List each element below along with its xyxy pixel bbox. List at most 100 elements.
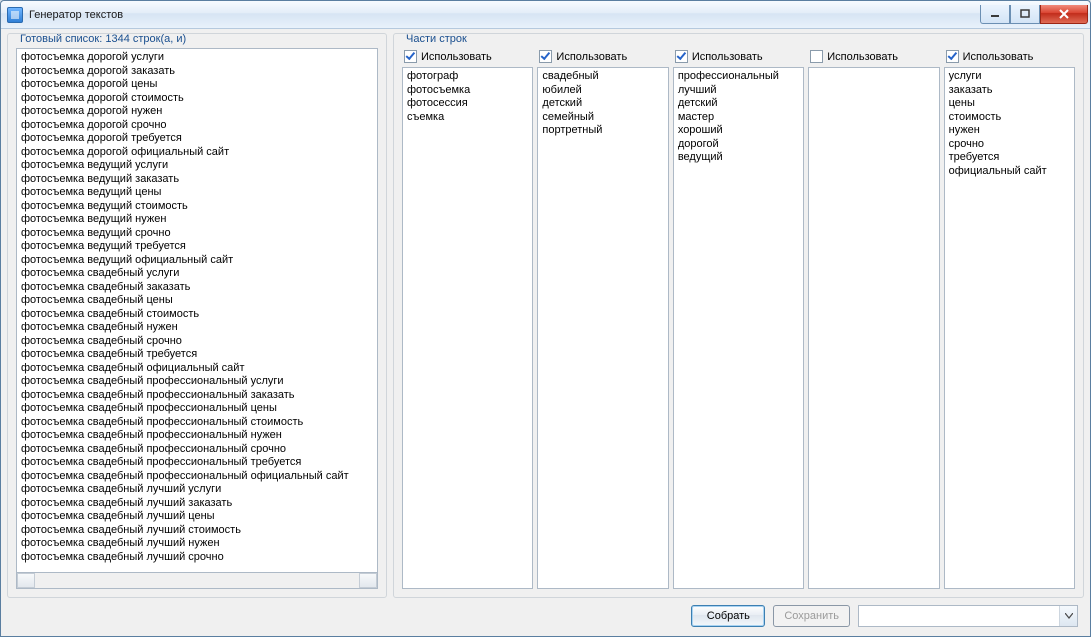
- list-item[interactable]: фотосъемка свадебный заказать: [21, 281, 377, 295]
- list-item[interactable]: фотосъемка ведущий заказать: [21, 173, 377, 187]
- list-item[interactable]: фотосъемка свадебный официальный сайт: [21, 362, 377, 376]
- close-button[interactable]: [1040, 5, 1088, 24]
- list-item[interactable]: портретный: [542, 124, 667, 138]
- list-item[interactable]: стоимость: [949, 111, 1074, 125]
- list-item[interactable]: услуги: [949, 70, 1074, 84]
- list-item[interactable]: фотосъемка дорогой официальный сайт: [21, 146, 377, 160]
- list-item[interactable]: фотосъемка дорогой нужен: [21, 105, 377, 119]
- list-item[interactable]: фотосъемка свадебный профессиональный це…: [21, 402, 377, 416]
- list-item[interactable]: фотограф: [407, 70, 532, 84]
- parts-legend: Части строк: [402, 33, 471, 45]
- list-item[interactable]: съемка: [407, 111, 532, 125]
- list-item[interactable]: дорогой: [678, 138, 803, 152]
- list-item[interactable]: фотосъемка: [407, 84, 532, 98]
- use-checkbox[interactable]: [946, 50, 959, 63]
- use-checkbox-row[interactable]: Использовать: [673, 48, 804, 67]
- list-item[interactable]: ведущий: [678, 151, 803, 165]
- use-checkbox-row[interactable]: Использовать: [402, 48, 533, 67]
- list-item[interactable]: фотосъемка ведущий услуги: [21, 159, 377, 173]
- list-item[interactable]: фотосъемка свадебный лучший стоимость: [21, 524, 377, 538]
- build-button[interactable]: Собрать: [691, 605, 765, 627]
- list-item[interactable]: фотосъемка свадебный стоимость: [21, 308, 377, 322]
- use-checkbox-label: Использовать: [692, 51, 763, 63]
- list-item[interactable]: фотосъемка свадебный профессиональный ст…: [21, 416, 377, 430]
- output-combo[interactable]: [858, 605, 1078, 627]
- list-item[interactable]: детский: [678, 97, 803, 111]
- list-item[interactable]: фотосъемка свадебный срочно: [21, 335, 377, 349]
- use-checkbox[interactable]: [404, 50, 417, 63]
- client-area: Готовый список: 1344 строк(а, и) фотосъе…: [1, 29, 1090, 636]
- list-item[interactable]: фотосъемка дорогой требуется: [21, 132, 377, 146]
- save-button[interactable]: Сохранить: [773, 605, 850, 627]
- list-item[interactable]: фотосъемка дорогой цены: [21, 78, 377, 92]
- minimize-button[interactable]: [980, 5, 1010, 24]
- list-item[interactable]: нужен: [949, 124, 1074, 138]
- maximize-button[interactable]: [1010, 5, 1040, 24]
- list-item[interactable]: фотосъемка свадебный профессиональный ну…: [21, 429, 377, 443]
- parts-list[interactable]: [808, 67, 939, 589]
- list-item[interactable]: фотосъемка ведущий официальный сайт: [21, 254, 377, 268]
- list-item[interactable]: фотосъемка свадебный лучший услуги: [21, 483, 377, 497]
- list-item[interactable]: фотосъемка свадебный лучший цены: [21, 510, 377, 524]
- list-item[interactable]: хороший: [678, 124, 803, 138]
- list-item[interactable]: фотосъемка ведущий нужен: [21, 213, 377, 227]
- list-item[interactable]: профессиональный: [678, 70, 803, 84]
- use-checkbox[interactable]: [539, 50, 552, 63]
- list-item[interactable]: заказать: [949, 84, 1074, 98]
- list-item[interactable]: цены: [949, 97, 1074, 111]
- list-item[interactable]: официальный сайт: [949, 165, 1074, 179]
- window-title: Генератор текстов: [29, 9, 123, 21]
- list-item[interactable]: фотосъемка дорогой срочно: [21, 119, 377, 133]
- chevron-down-icon: [1059, 606, 1077, 626]
- list-item[interactable]: фотосъемка ведущий срочно: [21, 227, 377, 241]
- ready-list[interactable]: фотосъемка дорогой услугифотосъемка доро…: [16, 48, 378, 573]
- use-checkbox-label: Использовать: [421, 51, 492, 63]
- list-item[interactable]: фотосъемка свадебный нужен: [21, 321, 377, 335]
- parts-list[interactable]: услугизаказатьценыстоимостьнуженсрочнотр…: [944, 67, 1075, 589]
- list-item[interactable]: лучший: [678, 84, 803, 98]
- list-item[interactable]: фотосъемка свадебный профессиональный ср…: [21, 443, 377, 457]
- list-item[interactable]: фотосъемка дорогой заказать: [21, 65, 377, 79]
- list-item[interactable]: фотосъемка свадебный профессиональный за…: [21, 389, 377, 403]
- parts-column-4: Использовать: [808, 48, 939, 589]
- use-checkbox[interactable]: [675, 50, 688, 63]
- use-checkbox-label: Использовать: [556, 51, 627, 63]
- list-item[interactable]: фотосъемка свадебный требуется: [21, 348, 377, 362]
- list-item[interactable]: срочно: [949, 138, 1074, 152]
- list-item[interactable]: фотосъемка ведущий требуется: [21, 240, 377, 254]
- list-item[interactable]: мастер: [678, 111, 803, 125]
- list-item[interactable]: фотосъемка ведущий стоимость: [21, 200, 377, 214]
- list-item[interactable]: фотосъемка свадебный цены: [21, 294, 377, 308]
- list-item[interactable]: фотосессия: [407, 97, 532, 111]
- horizontal-scrollbar[interactable]: [16, 573, 378, 589]
- list-item[interactable]: детский: [542, 97, 667, 111]
- list-item[interactable]: фотосъемка свадебный профессиональный оф…: [21, 470, 377, 484]
- list-item[interactable]: семейный: [542, 111, 667, 125]
- list-item[interactable]: фотосъемка свадебный лучший заказать: [21, 497, 377, 511]
- list-item[interactable]: фотосъемка дорогой услуги: [21, 51, 377, 65]
- parts-list[interactable]: свадебныйюбилейдетскийсемейныйпортретный: [537, 67, 668, 589]
- list-item[interactable]: юбилей: [542, 84, 667, 98]
- list-item[interactable]: фотосъемка ведущий цены: [21, 186, 377, 200]
- list-item[interactable]: фотосъемка свадебный лучший нужен: [21, 537, 377, 551]
- title-bar[interactable]: Генератор текстов: [1, 1, 1090, 29]
- parts-list[interactable]: фотограффотосъемкафотосессиясъемка: [402, 67, 533, 589]
- list-item[interactable]: требуется: [949, 151, 1074, 165]
- use-checkbox-row[interactable]: Использовать: [808, 48, 939, 67]
- use-checkbox-label: Использовать: [963, 51, 1034, 63]
- parts-group: Части строк Использовать фотограффотосъем…: [393, 33, 1084, 598]
- bottom-bar: Собрать Сохранить: [7, 598, 1084, 632]
- use-checkbox-row[interactable]: Использовать: [944, 48, 1075, 67]
- use-checkbox[interactable]: [810, 50, 823, 63]
- parts-column-1: Использовать фотограффотосъемкафотосессия…: [402, 48, 533, 589]
- list-item[interactable]: фотосъемка свадебный услуги: [21, 267, 377, 281]
- list-item[interactable]: фотосъемка свадебный профессиональный тр…: [21, 456, 377, 470]
- ready-list-group: Готовый список: 1344 строк(а, и) фотосъе…: [7, 33, 387, 598]
- list-item[interactable]: фотосъемка дорогой стоимость: [21, 92, 377, 106]
- parts-column-5: Использовать услугизаказатьценыстоимостьн…: [944, 48, 1075, 589]
- list-item[interactable]: свадебный: [542, 70, 667, 84]
- use-checkbox-row[interactable]: Использовать: [537, 48, 668, 67]
- list-item[interactable]: фотосъемка свадебный профессиональный ус…: [21, 375, 377, 389]
- parts-list[interactable]: профессиональныйлучшийдетскиймастерхорош…: [673, 67, 804, 589]
- list-item[interactable]: фотосъемка свадебный лучший срочно: [21, 551, 377, 565]
